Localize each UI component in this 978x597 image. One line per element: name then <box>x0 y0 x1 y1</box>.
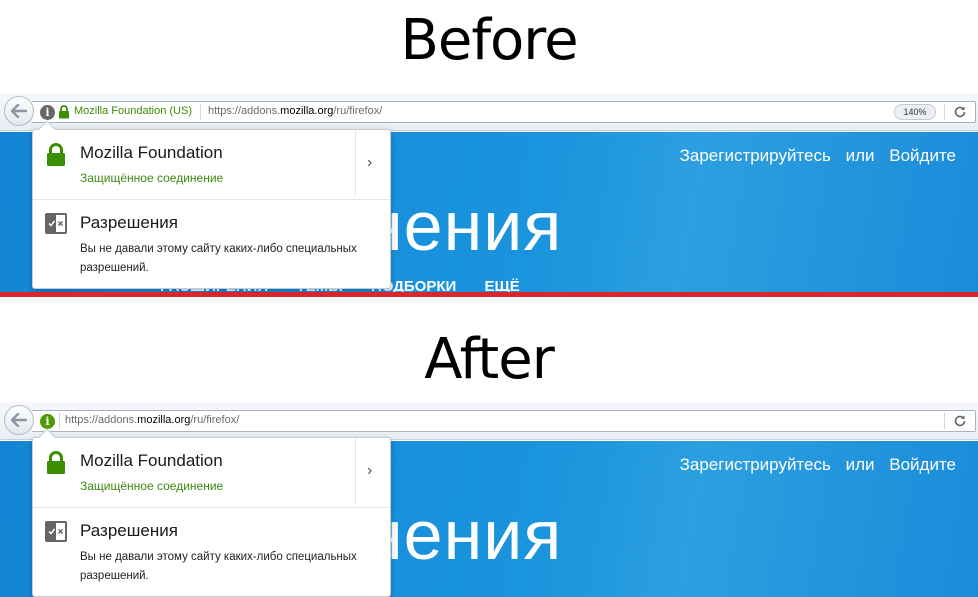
back-button[interactable] <box>4 405 34 435</box>
register-link[interactable]: Зарегистрируйтесь <box>680 455 831 474</box>
chevron-right-icon[interactable]: › <box>367 154 372 172</box>
after-identity-popup: Mozilla Foundation Защищённое соединение… <box>32 428 391 597</box>
login-link[interactable]: Войдите <box>889 455 956 474</box>
identity-separator <box>59 413 60 429</box>
or-text: или <box>845 455 875 474</box>
permissions-icon <box>45 213 67 234</box>
url-text[interactable]: https://addons.mozilla.org/ru/firefox/ <box>65 414 239 426</box>
secure-connection-label: Защищённое соединение <box>80 171 224 185</box>
lock-icon <box>47 143 65 166</box>
popup-site-title: Mozilla Foundation <box>80 451 223 470</box>
comparison-divider <box>0 292 978 297</box>
before-url-bar[interactable]: i Mozilla Foundation (US) https://addons… <box>32 101 976 123</box>
or-text: или <box>845 146 875 165</box>
permissions-text: Вы не давали этому сайту каких-либо спец… <box>80 551 357 582</box>
url-text[interactable]: https://addons.mozilla.org/ru/firefox/ <box>208 105 382 117</box>
before-caption: Before <box>400 8 578 73</box>
permissions-text: Вы не давали этому сайту каких-либо спец… <box>80 243 357 274</box>
login-link[interactable]: Войдите <box>889 146 956 165</box>
before-panel: Before i Mozilla Foundation (US) https:/… <box>0 0 978 293</box>
reload-icon[interactable] <box>952 413 968 429</box>
back-button[interactable] <box>4 96 34 126</box>
permissions-title: Разрешения <box>80 213 178 232</box>
after-nav-toolbar: i https://addons.mozilla.org/ru/firefox/ <box>0 402 978 440</box>
back-arrow-icon <box>11 413 27 427</box>
info-icon[interactable]: i <box>40 105 55 120</box>
identity-separator <box>200 104 201 120</box>
chevron-right-icon[interactable]: › <box>367 462 372 480</box>
connection-section[interactable]: Mozilla Foundation Защищённое соединение… <box>33 130 390 200</box>
reload-separator <box>944 104 945 120</box>
site-account-nav: Зарегистрируйтесь или Войдите <box>670 455 956 475</box>
zoom-indicator[interactable]: 140% <box>894 104 936 120</box>
popup-separator <box>355 438 356 504</box>
menu-item-more[interactable]: ЕЩЁ <box>484 278 519 293</box>
site-heading: нения <box>364 496 563 574</box>
info-icon[interactable]: i <box>40 414 55 429</box>
permissions-title: Разрешения <box>80 521 178 540</box>
site-heading: нения <box>364 187 563 265</box>
site-account-nav: Зарегистрируйтесь или Войдите <box>670 146 956 166</box>
lock-icon <box>59 105 69 119</box>
popup-site-title: Mozilla Foundation <box>80 143 223 162</box>
back-arrow-icon <box>11 104 27 118</box>
site-identity-label[interactable]: Mozilla Foundation (US) <box>74 105 192 117</box>
after-url-bar[interactable]: i https://addons.mozilla.org/ru/firefox/ <box>32 410 976 432</box>
secure-connection-label: Защищённое соединение <box>80 479 224 493</box>
connection-section[interactable]: Mozilla Foundation Защищённое соединение… <box>33 438 390 508</box>
reload-icon[interactable] <box>952 104 968 120</box>
after-caption: After <box>424 327 554 392</box>
reload-separator <box>944 413 945 429</box>
before-identity-popup: Mozilla Foundation Защищённое соединение… <box>32 120 391 289</box>
before-nav-toolbar: i Mozilla Foundation (US) https://addons… <box>0 93 978 131</box>
register-link[interactable]: Зарегистрируйтесь <box>680 146 831 165</box>
permissions-icon <box>45 521 67 542</box>
popup-separator <box>355 130 356 196</box>
lock-icon <box>47 451 65 474</box>
